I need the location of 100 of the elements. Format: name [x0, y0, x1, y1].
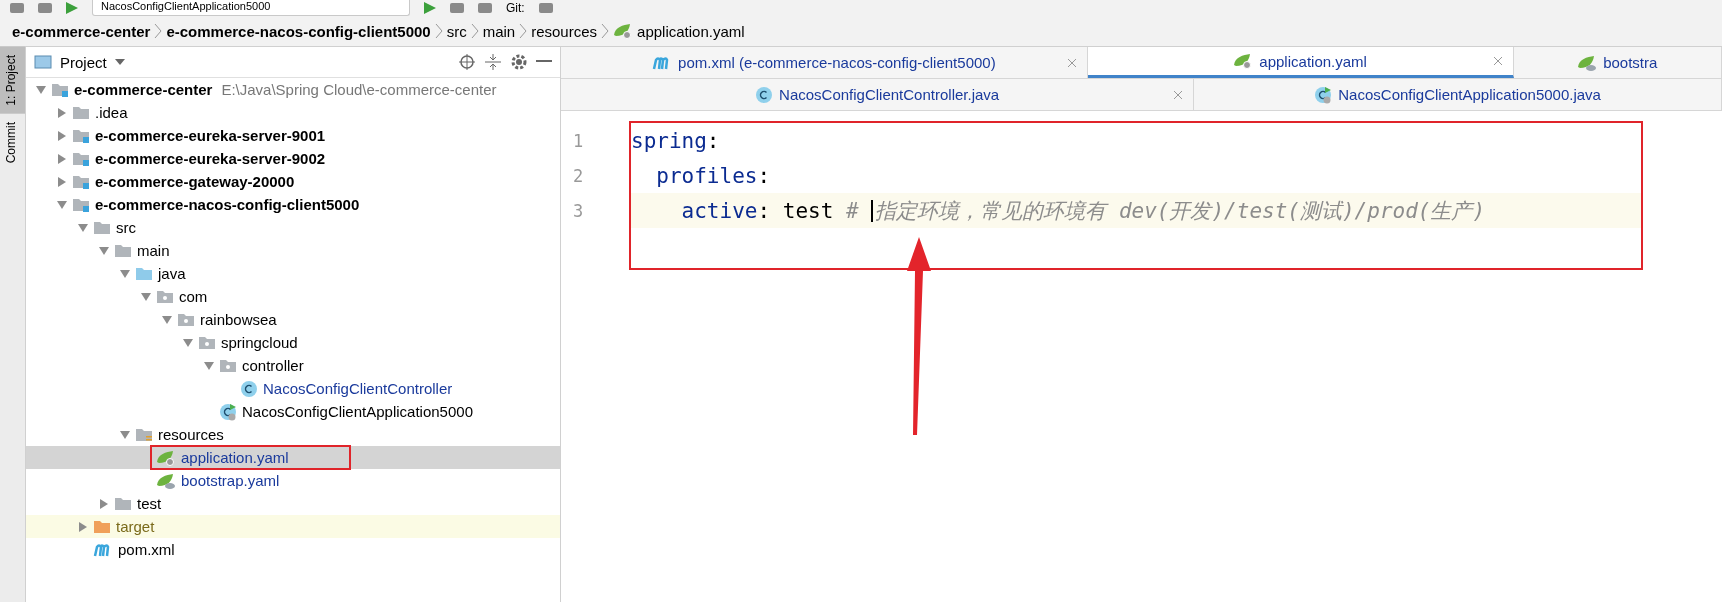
toolbar-icon[interactable]: [10, 3, 24, 13]
code-token: :: [757, 163, 771, 188]
expand-arrow-icon[interactable]: [120, 268, 130, 279]
tree-item-label: e-commerce-center: [74, 81, 213, 98]
code-token: profiles: [655, 163, 758, 188]
line-number: 2: [572, 164, 585, 188]
toolbar-icon[interactable]: [478, 3, 492, 13]
folder-icon: [135, 427, 153, 442]
tree-item-label: application.yaml: [181, 449, 289, 466]
collapse-arrow-icon[interactable]: [99, 498, 109, 509]
tree-item-label: pom.xml: [118, 541, 175, 558]
class-icon: [240, 379, 258, 398]
expand-arrow-icon[interactable]: [99, 245, 109, 256]
close-icon[interactable]: [1066, 57, 1077, 68]
git-label: Git:: [506, 1, 525, 15]
tree-row[interactable]: java: [26, 262, 560, 285]
toolbar-icon[interactable]: [38, 3, 52, 13]
tree-row[interactable]: src: [26, 216, 560, 239]
tree-item-label: src: [116, 219, 136, 236]
tree-item-label: bootstrap.yaml: [181, 472, 280, 489]
tree-row[interactable]: pom.xml: [26, 538, 560, 561]
expand-arrow-icon[interactable]: [141, 291, 151, 302]
folder-icon: [72, 151, 90, 166]
settings-icon[interactable]: [510, 53, 528, 71]
tree-row[interactable]: main: [26, 239, 560, 262]
editor-tab[interactable]: application.yaml: [1087, 47, 1514, 78]
leaf-icon: [156, 472, 176, 489]
toolbar-icon[interactable]: [538, 3, 553, 13]
folder-icon: [177, 312, 195, 327]
breadcrumb[interactable]: application.yaml: [637, 22, 745, 40]
folder-icon: [114, 496, 132, 511]
tool-window-tab[interactable]: 1: Project: [0, 47, 25, 114]
tree-row[interactable]: NacosConfigClientController: [26, 377, 560, 400]
editor-tab[interactable]: NacosConfigClientApplication5000.java: [1194, 79, 1722, 110]
tree-row[interactable]: rainbowsea: [26, 308, 560, 331]
collapse-arrow-icon[interactable]: [57, 153, 67, 164]
collapse-arrow-icon[interactable]: [57, 130, 67, 141]
expand-arrow-icon[interactable]: [183, 337, 193, 348]
tree-row[interactable]: test: [26, 492, 560, 515]
breadcrumb[interactable]: resources: [531, 22, 598, 40]
minimize-icon[interactable]: [536, 60, 552, 64]
tree-item-label: e-commerce-eureka-server-9001: [95, 127, 326, 144]
tree-item-label: .idea: [95, 104, 128, 121]
tree-row[interactable]: e-commerce-eureka-server-9002: [26, 147, 560, 170]
folder-icon: [156, 289, 174, 304]
editor-tab[interactable]: bootstra: [1513, 47, 1722, 78]
window-icon: [34, 55, 52, 69]
tree-row[interactable]: .idea: [26, 101, 560, 124]
tree-item-label: e-commerce-eureka-server-9002: [95, 150, 326, 167]
collapse-arrow-icon[interactable]: [57, 176, 67, 187]
run-config-dropdown[interactable]: NacosConfigClientApplication5000: [92, 0, 410, 16]
tree-item-label: controller: [242, 357, 304, 374]
close-icon[interactable]: [1492, 56, 1503, 66]
expand-arrow-icon[interactable]: [204, 360, 214, 371]
tool-window-tab[interactable]: Commit: [0, 113, 25, 172]
folder-icon: [72, 105, 90, 120]
caret-icon[interactable]: [114, 59, 125, 65]
expand-arrow-icon[interactable]: [57, 199, 67, 210]
expand-arrow-icon[interactable]: [36, 84, 46, 95]
close-icon[interactable]: [1173, 89, 1184, 100]
tree-item-label: target: [116, 518, 155, 535]
folder-icon: [72, 174, 90, 189]
breadcrumb[interactable]: main: [482, 22, 516, 40]
expand-arrow-icon[interactable]: [78, 222, 88, 233]
breadcrumb[interactable]: src: [446, 22, 467, 40]
tree-row[interactable]: controller: [26, 354, 560, 377]
tree-row[interactable]: target: [26, 515, 560, 538]
play-icon[interactable]: [424, 2, 436, 14]
folder-icon: [198, 335, 216, 350]
tree-row[interactable]: e-commerce-center E:\Java\Spring Cloud\e-commerce-center: [26, 78, 560, 101]
tree-row[interactable]: bootstrap.yaml: [26, 469, 560, 492]
code-token: 指定环境，常见的环境有 dev(开发)/test(测试)/prod(生产): [875, 197, 1486, 225]
tree-row[interactable]: e-commerce-nacos-config-client5000: [26, 193, 560, 216]
collapse-arrow-icon[interactable]: [57, 107, 67, 118]
folder-icon: [93, 519, 111, 534]
crosshair-icon[interactable]: [458, 53, 476, 71]
breadcrumb[interactable]: e-commerce-center: [12, 22, 151, 40]
tree-row[interactable]: resources: [26, 423, 560, 446]
code-token: spring: [631, 128, 707, 153]
class-icon: [755, 85, 774, 104]
collapse-arrow-icon[interactable]: [78, 521, 88, 532]
expand-arrow-icon[interactable]: [120, 429, 130, 440]
tree-row[interactable]: e-commerce-eureka-server-9001: [26, 124, 560, 147]
tree-row[interactable]: springcloud: [26, 331, 560, 354]
folder-icon: [135, 266, 153, 281]
line-number: 1: [572, 129, 585, 153]
tree-row[interactable]: e-commerce-gateway-20000: [26, 170, 560, 193]
play-icon[interactable]: [66, 2, 78, 14]
tree-row[interactable]: com: [26, 285, 560, 308]
leaf-icon: [156, 449, 176, 466]
editor-tab[interactable]: pom.xml (e-commerce-nacos-config-client5000): [561, 47, 1088, 78]
tree-item-label: java: [158, 265, 186, 282]
tree-row[interactable]: NacosConfigClientApplication5000: [26, 400, 560, 423]
expand-arrow-icon[interactable]: [162, 314, 172, 325]
panel-title[interactable]: Project: [60, 53, 107, 71]
toolbar-icon[interactable]: [450, 3, 464, 13]
editor-tab[interactable]: NacosConfigClientController.java: [561, 79, 1195, 110]
tree-row[interactable]: application.yaml: [26, 446, 560, 469]
collapse-all-icon[interactable]: [484, 53, 502, 71]
breadcrumb[interactable]: e-commerce-nacos-config-client5000: [166, 22, 431, 40]
